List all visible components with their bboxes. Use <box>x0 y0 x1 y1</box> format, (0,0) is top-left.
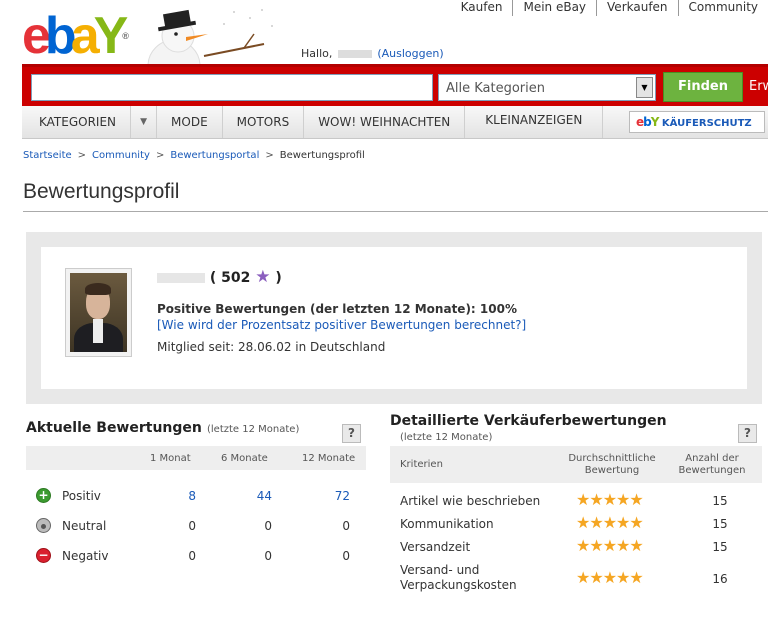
current-ratings-table: 1 Monat 6 Monate 12 Monate + Positiv 8 4… <box>26 446 366 570</box>
kaeuferschutz-badge[interactable]: ebY KÄUFERSCHUTZ <box>629 111 765 133</box>
breadcrumb-current: Bewertungsprofil <box>279 150 365 161</box>
advanced-search-link[interactable]: Erw <box>749 79 768 94</box>
table-row: Kommunikation ★★★★★ 15 <box>390 512 762 535</box>
col-6-monate: 6 Monate <box>221 453 268 464</box>
blurred-username <box>337 50 372 58</box>
kaeuferschutz-label: KÄUFERSCHUTZ <box>661 118 752 129</box>
nav-kategorien[interactable]: KATEGORIEN <box>22 106 132 138</box>
table-row: + Positiv 8 44 72 <box>26 480 366 510</box>
row-label: Versand- und Verpackungskosten <box>400 563 517 592</box>
count: 16 <box>712 572 728 586</box>
ebay-mini-logo: ebY <box>636 115 659 129</box>
nav-weihnachten[interactable]: WOW! WEIHNACHTEN <box>304 106 466 138</box>
chevron-down-icon[interactable]: ▼ <box>636 77 653 98</box>
col-12-monate: 12 Monate <box>302 453 356 464</box>
row-label: Kommunikation <box>400 517 494 531</box>
member-since: Mitglied seit: 28.06.02 in Deutschland <box>157 340 386 354</box>
current-ratings-subtitle: (letzte 12 Monate) <box>207 424 300 435</box>
value-link[interactable]: 8 <box>176 489 196 503</box>
search-bar: Alle Kategorien ▼ Finden Erw <box>22 64 768 106</box>
link-community[interactable]: Community <box>677 0 768 16</box>
breadcrumb-startseite[interactable]: Startseite <box>23 150 72 161</box>
star-rating-icon: ★★★★★ <box>576 536 644 555</box>
star-rating-icon: ★★★★★ <box>576 513 644 532</box>
profile-card: ( 502 ★ ) Positive Bewertungen (der letz… <box>41 247 747 389</box>
help-icon[interactable]: ? <box>342 424 361 443</box>
value: 0 <box>342 549 350 563</box>
nav-mode[interactable]: MODE <box>157 106 223 138</box>
table-row: Versand- und Verpackungskosten ★★★★★ 16 <box>390 558 762 594</box>
count: 15 <box>712 540 728 554</box>
row-label: Artikel wie beschrieben <box>400 494 541 508</box>
count: 15 <box>712 494 728 508</box>
count: 15 <box>712 517 728 531</box>
value-link[interactable]: 44 <box>252 489 272 503</box>
avatar <box>65 268 132 357</box>
star-rating-icon: ★★★★★ <box>576 568 644 587</box>
value: 0 <box>264 549 272 563</box>
value: 0 <box>342 519 350 533</box>
logout-link[interactable]: (Ausloggen) <box>377 47 443 60</box>
plus-icon: + <box>36 488 51 503</box>
value-link[interactable]: 72 <box>330 489 350 503</box>
link-kaufen[interactable]: Kaufen <box>451 0 513 16</box>
col-average: Durchschnittliche Bewertung <box>568 453 656 476</box>
value: 0 <box>264 519 272 533</box>
nav-kleinanzeigen[interactable]: KLEINANZEIGEN <box>465 106 604 138</box>
username-line: ( 502 ★ ) <box>157 267 282 287</box>
link-mein-ebay[interactable]: Mein eBay <box>512 0 596 16</box>
col-1-monat: 1 Monat <box>150 453 191 464</box>
profile-box: ( 502 ★ ) Positive Bewertungen (der letz… <box>26 232 762 404</box>
table-header: 1 Monat 6 Monate 12 Monate <box>26 446 366 470</box>
search-input[interactable] <box>31 74 433 101</box>
help-icon[interactable]: ? <box>738 424 757 443</box>
row-label: Neutral <box>62 519 107 533</box>
neutral-icon <box>36 518 51 533</box>
row-label: Negativ <box>62 549 109 563</box>
table-row: Versandzeit ★★★★★ 15 <box>390 535 762 558</box>
ebay-logo[interactable]: ebaY® <box>22 10 129 62</box>
divider <box>23 211 768 212</box>
detailed-ratings-table: Kriterien Durchschnittliche Bewertung Anz… <box>390 446 762 594</box>
top-links: Kaufen Mein eBay Verkaufen Community <box>451 0 768 16</box>
row-label: Versandzeit <box>400 540 471 554</box>
value: 0 <box>188 549 196 563</box>
breadcrumb-bewertungsportal[interactable]: Bewertungsportal <box>170 150 259 161</box>
minus-icon: − <box>36 548 51 563</box>
snowman-doodle <box>147 9 273 64</box>
detailed-ratings-title: Detaillierte Verkäuferbewertungen <box>390 413 667 429</box>
category-select-value: Alle Kategorien <box>446 81 546 96</box>
star-icon[interactable]: ★ <box>255 267 270 287</box>
greeting: Hallo, (Ausloggen) <box>301 47 444 60</box>
star-rating-icon: ★★★★★ <box>576 490 644 509</box>
greeting-text: Hallo, <box>301 47 333 60</box>
breadcrumb: Startseite > Community > Bewertungsportal > Be… <box>23 150 365 161</box>
table-row: Neutral 0 0 0 <box>26 510 366 540</box>
breadcrumb-community[interactable]: Community <box>92 150 150 161</box>
current-ratings-title: Aktuelle Bewertungen <box>26 420 202 436</box>
percentage-help-link[interactable]: [Wie wird der Prozentsatz positiver Bewe… <box>157 318 526 332</box>
link-verkaufen[interactable]: Verkaufen <box>596 0 678 16</box>
positive-percentage: Positive Bewertungen (der letzten 12 Mon… <box>157 302 517 316</box>
find-button[interactable]: Finden <box>663 72 743 102</box>
nav-motors[interactable]: MOTORS <box>223 106 305 138</box>
table-row: − Negativ 0 0 0 <box>26 540 366 570</box>
col-criteria: Kriterien <box>400 459 443 470</box>
detailed-ratings-subtitle: (letzte 12 Monate) <box>400 432 493 443</box>
row-label: Positiv <box>62 489 101 503</box>
blurred-username <box>157 273 205 283</box>
feedback-score[interactable]: 502 <box>221 270 250 286</box>
col-count: Anzahl der Bewertungen <box>678 453 746 476</box>
table-row: Artikel wie beschrieben ★★★★★ 15 <box>390 489 762 512</box>
value: 0 <box>188 519 196 533</box>
main-nav: KATEGORIEN ▼ MODE MOTORS WOW! WEIHNACHTE… <box>22 106 768 139</box>
page-title: Bewertungsprofil <box>23 180 180 203</box>
table-header: Kriterien Durchschnittliche Bewertung Anz… <box>390 446 762 483</box>
category-select[interactable]: Alle Kategorien ▼ <box>438 74 656 101</box>
chevron-down-icon[interactable]: ▼ <box>131 106 158 138</box>
